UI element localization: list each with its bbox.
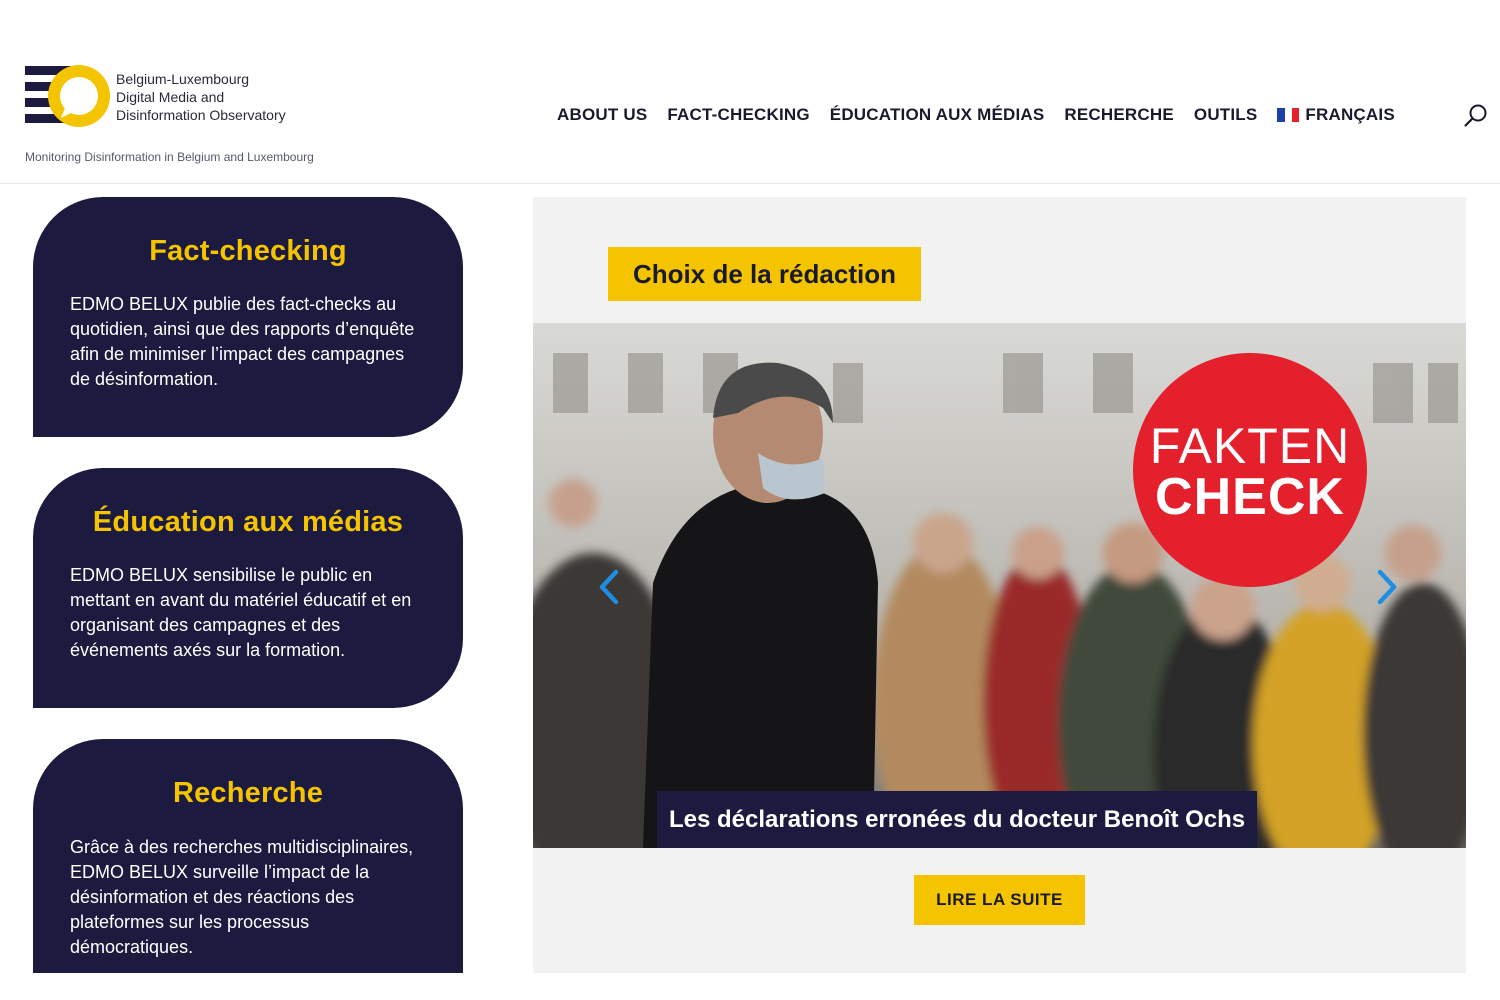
card-education-aux-medias[interactable]: Éducation aux médias EDMO BELUX sensibil… [33,468,463,708]
logo-text: Belgium-Luxembourg Digital Media and Dis… [116,71,286,123]
language-label: FRANÇAIS [1305,105,1395,124]
nav-fact-checking[interactable]: FACT-CHECKING [667,105,809,125]
search-icon[interactable] [1463,103,1489,129]
fakten-check-stamp: FAKTEN CHECK [1133,353,1367,587]
featured-article-image[interactable]: FAKTEN CHECK Les déclarations erronées d… [533,323,1466,848]
french-flag-icon [1277,108,1300,122]
language-switcher[interactable]: FRANÇAIS [1277,105,1395,125]
chevron-right-icon[interactable] [1371,567,1401,607]
card-title: Éducation aux médias [92,506,404,538]
card-description: EDMO BELUX sensibilise le public en mett… [70,565,412,660]
card-fact-checking[interactable]: Fact-checking EDMO BELUX publie des fact… [33,197,463,437]
nav-about-us[interactable]: ABOUT US [557,105,647,125]
nav-education-aux-medias[interactable]: ÉDUCATION AUX MÉDIAS [830,105,1045,125]
read-more-button[interactable]: LIRE LA SUITE [914,875,1085,925]
logo-mark-icon [25,65,110,127]
main-nav: ABOUT US FACT-CHECKING ÉDUCATION AUX MÉD… [557,105,1415,125]
article-headline[interactable]: Les déclarations erronées du docteur Ben… [657,791,1258,848]
site-header: Belgium-Luxembourg Digital Media and Dis… [0,0,1500,184]
nav-outils[interactable]: OUTILS [1194,105,1258,125]
nav-recherche[interactable]: RECHERCHE [1064,105,1173,125]
chevron-left-icon[interactable] [595,567,625,607]
card-description: EDMO BELUX publie des fact-checks au quo… [70,294,415,389]
card-recherche[interactable]: Recherche Grâce à des recherches multidi… [33,739,463,973]
card-title: Recherche [172,777,324,809]
site-logo[interactable]: Belgium-Luxembourg Digital Media and Dis… [25,64,315,130]
site-tagline: Monitoring Disinformation in Belgium and… [25,150,314,164]
card-description: Grâce à des recherches multidisciplinair… [70,837,414,957]
card-title: Fact-checking [149,235,347,267]
featured-article-panel: Choix de la rédaction FAKTEN CHECK Les d… [533,197,1466,973]
stamp-line-2: CHECK [1155,468,1345,526]
editors-choice-badge: Choix de la rédaction [608,247,921,301]
